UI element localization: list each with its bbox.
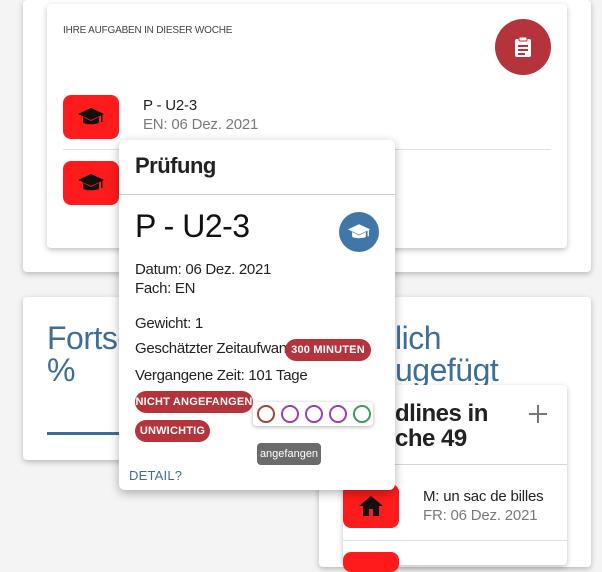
deadline-next-icon[interactable] bbox=[343, 552, 399, 572]
status-badge: NICHT ANGEFANGEN bbox=[135, 391, 253, 413]
deadlines-subcard-title-1: dlines in bbox=[395, 400, 488, 427]
graduation-cap-icon[interactable] bbox=[63, 95, 119, 139]
progress-step-circle[interactable] bbox=[281, 405, 299, 423]
deadline-subtitle: FR: 06 Dez. 2021 bbox=[423, 507, 538, 524]
popover-subject: Fach: EN bbox=[135, 280, 196, 297]
graduation-cap-icon[interactable] bbox=[63, 161, 119, 205]
tasks-card-header: IHRE AUFGABEN IN DIESER WOCHE bbox=[63, 25, 233, 36]
deadlines-title-line1: lich bbox=[395, 320, 442, 356]
progress-step-circle[interactable] bbox=[353, 405, 371, 423]
popover-header-divider bbox=[119, 194, 395, 195]
clipboard-icon[interactable] bbox=[495, 19, 551, 75]
popover-weight: Gewicht: 1 bbox=[135, 315, 203, 332]
popover-title: P - U2-3 bbox=[135, 208, 250, 244]
progress-tooltip: angefangen bbox=[257, 443, 321, 465]
deadlines-divider-2 bbox=[343, 540, 567, 541]
popover-header: Prüfung bbox=[135, 153, 216, 178]
progress-step-circle[interactable] bbox=[329, 405, 347, 423]
popover-elapsed: Vergangene Zeit: 101 Tage bbox=[135, 367, 308, 384]
deadline-title[interactable]: M: un sac de billes bbox=[423, 488, 544, 505]
detail-link[interactable]: DETAIL? bbox=[129, 468, 182, 483]
exam-popover: Prüfung P - U2-3 Datum: 06 Dez. 2021 Fac… bbox=[119, 140, 395, 490]
task-title[interactable]: P - U2-3 bbox=[143, 97, 197, 114]
deadlines-title-line2: ugefügt bbox=[395, 352, 499, 388]
progress-step-circle[interactable] bbox=[305, 405, 323, 423]
graduation-cap-icon bbox=[339, 212, 379, 252]
progress-value: % bbox=[47, 352, 75, 388]
task-subtitle: EN: 06 Dez. 2021 bbox=[143, 116, 259, 133]
progress-selector bbox=[253, 402, 373, 426]
progress-step-circle[interactable] bbox=[257, 405, 275, 423]
popover-effort-label: Geschätzter Zeitaufwand: bbox=[135, 340, 299, 357]
deadlines-subcard-title-2: che 49 bbox=[395, 425, 467, 452]
home-icon[interactable] bbox=[343, 484, 399, 528]
importance-badge: UNWICHTIG bbox=[135, 420, 210, 442]
effort-badge: 300 MINUTEN bbox=[285, 339, 371, 361]
plus-icon[interactable] bbox=[529, 405, 547, 423]
popover-date: Datum: 06 Dez. 2021 bbox=[135, 261, 272, 278]
